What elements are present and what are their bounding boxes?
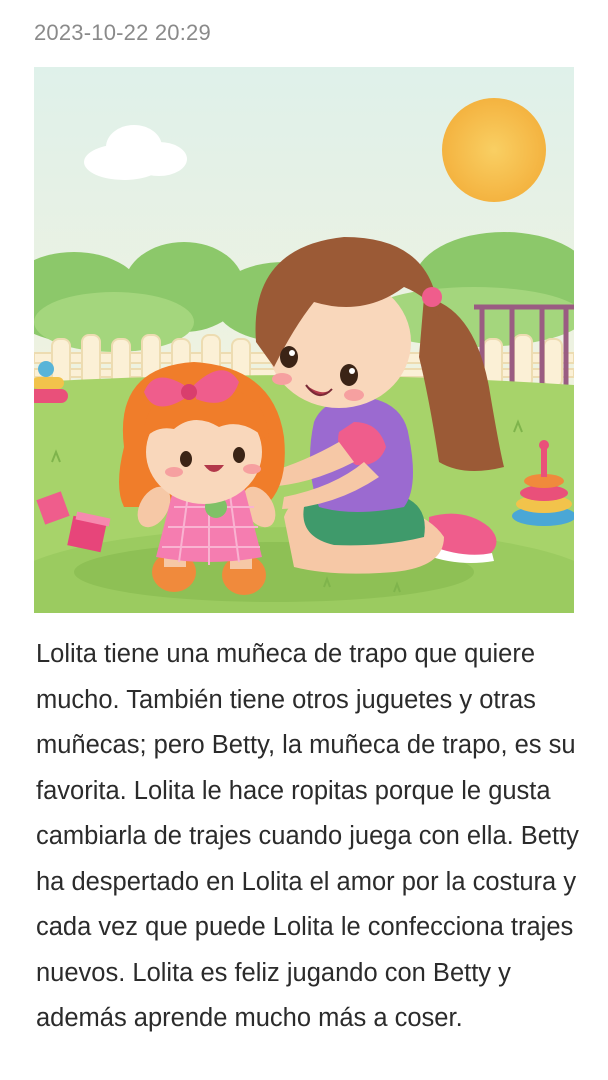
story-illustration	[34, 67, 574, 613]
post-timestamp: 2023-10-22 20:29	[34, 20, 211, 45]
story-text: Lolita tiene una muñeca de trapo que qui…	[36, 640, 579, 1032]
post-detail: 2023-10-22 20:29 Lolita tiene una muñeca…	[0, 0, 608, 1080]
